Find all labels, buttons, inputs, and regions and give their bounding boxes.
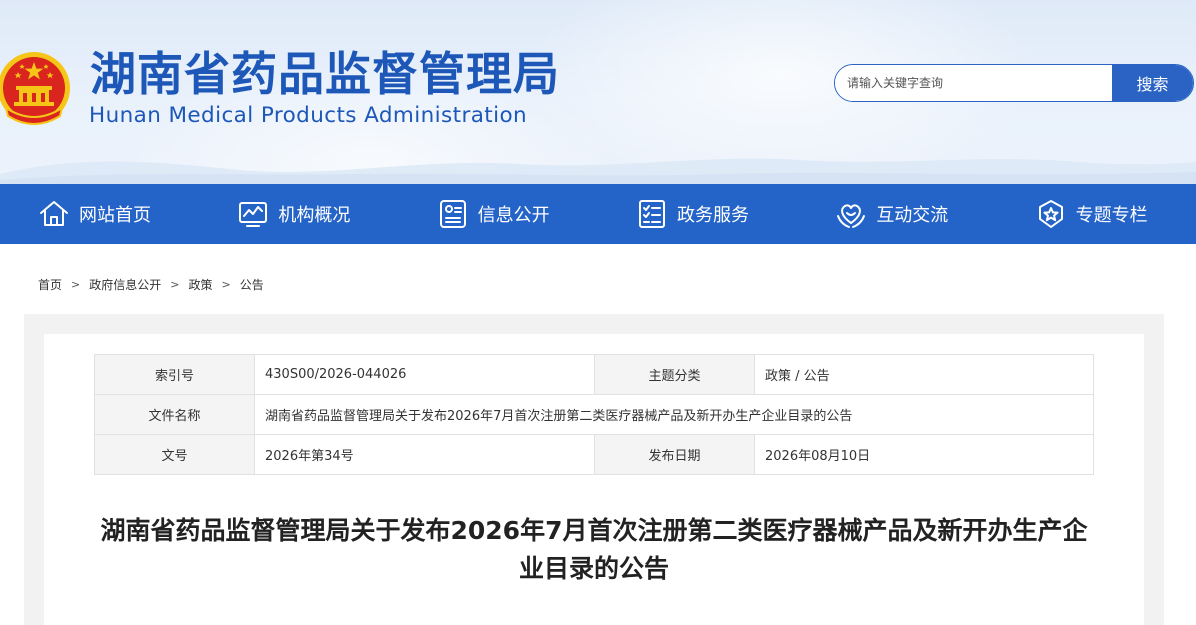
chart-monitor-icon <box>239 202 268 227</box>
nav-item-about[interactable]: 机构概况 <box>199 184 398 244</box>
heart-hands-icon <box>837 204 866 228</box>
meta-key-category: 主题分类 <box>594 354 755 395</box>
article-panel: 索引号 430S00/2026-044026 主题分类 政策 / 公告 文件名称… <box>44 334 1144 625</box>
breadcrumb-separator: > <box>221 277 231 291</box>
breadcrumb-link-home[interactable]: 首页 <box>38 276 62 293</box>
meta-value-filename: 湖南省药品监督管理局关于发布2026年7月首次注册第二类医疗器械产品及新开办生产… <box>254 394 1094 435</box>
main-nav: 网站首页 机构概况 信息公开 政务服务 互动交流 专题专栏 <box>0 184 1196 244</box>
breadcrumb-link-policy[interactable]: 政策 <box>188 276 212 293</box>
search-input[interactable] <box>835 65 1112 101</box>
meta-value-date: 2026年08月10日 <box>754 434 1094 475</box>
national-emblem-icon <box>0 52 70 125</box>
star-badge-icon <box>1038 200 1063 228</box>
meta-key-date: 发布日期 <box>594 434 755 475</box>
meta-value-category: 政策 / 公告 <box>754 354 1094 395</box>
nav-item-interaction[interactable]: 互动交流 <box>797 184 996 244</box>
site-title: 湖南省药品监督管理局 <box>90 47 560 101</box>
nav-item-label: 网站首页 <box>79 205 151 226</box>
nav-item-label: 政务服务 <box>676 205 749 226</box>
table-row: 索引号 430S00/2026-044026 主题分类 政策 / 公告 <box>94 354 1094 395</box>
info-card-icon <box>439 200 466 228</box>
meta-key-index: 索引号 <box>94 354 255 395</box>
breadcrumb: 首页 > 政府信息公开 > 政策 > 公告 <box>38 275 264 293</box>
search-button[interactable]: 搜索 <box>1112 65 1193 101</box>
meta-key-docno: 文号 <box>94 434 255 475</box>
breadcrumb-link-gov-info[interactable]: 政府信息公开 <box>89 276 161 293</box>
site-subtitle: Hunan Medical Products Administration <box>89 103 528 128</box>
meta-value-index: 430S00/2026-044026 <box>254 354 595 395</box>
nav-item-label: 机构概况 <box>278 205 351 226</box>
meta-value-docno: 2026年第34号 <box>254 434 595 475</box>
table-row: 文号 2026年第34号 发布日期 2026年08月10日 <box>94 434 1094 475</box>
meta-key-filename: 文件名称 <box>94 394 255 435</box>
document-title: 湖南省药品监督管理局关于发布2026年7月首次注册第二类医疗器械产品及新开办生产… <box>100 516 1088 583</box>
nav-item-gov-services[interactable]: 政务服务 <box>598 184 797 244</box>
nav-item-home[interactable]: 网站首页 <box>0 184 199 244</box>
nav-item-label: 信息公开 <box>477 205 550 226</box>
search-box: 搜索 <box>834 64 1194 102</box>
home-icon <box>40 201 68 226</box>
breadcrumb-link-notice[interactable]: 公告 <box>240 276 264 293</box>
breadcrumb-separator: > <box>71 277 81 291</box>
nav-item-special-topics[interactable]: 专题专栏 <box>997 184 1196 244</box>
document-meta-table: 索引号 430S00/2026-044026 主题分类 政策 / 公告 文件名称… <box>94 354 1094 475</box>
site-header: 湖南省药品监督管理局 Hunan Medical Products Admini… <box>0 0 1196 184</box>
table-row: 文件名称 湖南省药品监督管理局关于发布2026年7月首次注册第二类医疗器械产品及… <box>94 394 1094 435</box>
checklist-icon <box>638 200 665 228</box>
breadcrumb-separator: > <box>170 277 180 291</box>
nav-item-info-disclosure[interactable]: 信息公开 <box>399 184 598 244</box>
content-frame: 索引号 430S00/2026-044026 主题分类 政策 / 公告 文件名称… <box>24 314 1164 625</box>
nav-item-label: 专题专栏 <box>1075 205 1148 226</box>
nav-item-label: 互动交流 <box>876 205 949 226</box>
